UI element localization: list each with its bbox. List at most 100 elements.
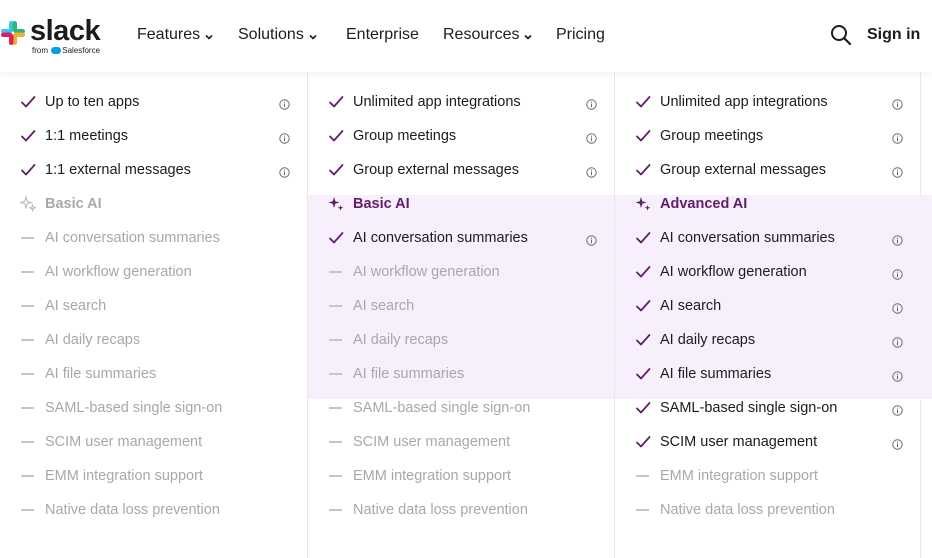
feature-row: Native data loss prevention: [0, 493, 307, 527]
feature-label: Group meetings: [353, 128, 457, 144]
sparkle-icon: [18, 195, 37, 213]
feature-row: Native data loss prevention: [615, 493, 920, 527]
dash-icon: [636, 509, 649, 511]
feature-label: SAML-based single sign-on: [353, 400, 531, 416]
search-icon[interactable]: [830, 24, 852, 46]
feature-row: AI conversation summaries: [615, 221, 920, 255]
feature-label: AI conversation summaries: [353, 230, 528, 246]
feature-label: AI workflow generation: [660, 264, 807, 280]
chevron-down-icon: [524, 34, 533, 40]
feature-label: Up to ten apps: [45, 94, 140, 110]
feature-row: AI conversation summaries: [0, 221, 307, 255]
feature-row: 1:1 meetings: [0, 119, 307, 153]
dash-icon: [21, 441, 34, 443]
feature-row: AI file summaries: [0, 357, 307, 391]
plan-column-pro: Unlimited app integrations Group meetings…: [307, 66, 614, 558]
info-icon[interactable]: [892, 233, 903, 246]
info-icon[interactable]: [586, 165, 597, 178]
feature-label: EMM integration support: [45, 468, 203, 484]
sign-in-link[interactable]: Sign in: [867, 26, 920, 44]
feature-label: Group external messages: [353, 162, 520, 178]
feature-row: EMM integration support: [615, 459, 920, 493]
feature-label: SAML-based single sign-on: [45, 400, 223, 416]
checkmark-icon: [635, 128, 651, 144]
dash-icon: [21, 237, 34, 239]
feature-label: Group meetings: [660, 128, 764, 144]
dash-icon: [21, 271, 34, 273]
feature-label: SCIM user management: [660, 434, 818, 450]
feature-row: SAML-based single sign-on: [308, 391, 614, 425]
checkmark-icon: [635, 434, 651, 450]
plan-column-free: Up to ten apps 1:1 meetings 1:1 external m…: [0, 66, 307, 558]
info-icon[interactable]: [892, 437, 903, 450]
nav-enterprise[interactable]: Enterprise: [346, 26, 419, 44]
slack-logo[interactable]: slack from Salesforce: [0, 15, 110, 58]
feature-row: AI file summaries: [308, 357, 614, 391]
checkmark-icon: [635, 400, 651, 416]
nav-pricing[interactable]: Pricing: [556, 26, 605, 44]
checkmark-icon: [20, 128, 36, 144]
dash-icon: [21, 509, 34, 511]
info-icon[interactable]: [892, 131, 903, 144]
salesforce-cloud-icon: [51, 47, 62, 54]
info-icon[interactable]: [892, 165, 903, 178]
feature-label: AI file summaries: [660, 366, 772, 382]
info-icon[interactable]: [279, 165, 290, 178]
logo-wordmark: slack: [30, 15, 101, 47]
info-icon[interactable]: [892, 301, 903, 314]
feature-row: AI workflow generation: [308, 255, 614, 289]
nav-pricing-label: Pricing: [556, 26, 605, 43]
feature-label: AI workflow generation: [45, 264, 192, 280]
feature-row: AI daily recaps: [615, 323, 920, 357]
logo-partner-text: Salesforce: [62, 46, 101, 55]
feature-label: EMM integration support: [353, 468, 511, 484]
nav-features-label: Features: [137, 26, 201, 43]
info-icon[interactable]: [892, 335, 903, 348]
feature-label: Unlimited app integrations: [353, 94, 521, 110]
info-icon[interactable]: [586, 97, 597, 110]
feature-row: SAML-based single sign-on: [615, 391, 920, 425]
dash-icon: [329, 305, 342, 307]
sparkle-icon: [328, 196, 344, 212]
info-icon[interactable]: [279, 131, 290, 144]
nav-resources[interactable]: Resources: [443, 26, 533, 44]
feature-label: SCIM user management: [353, 434, 511, 450]
info-icon[interactable]: [586, 131, 597, 144]
sparkle-icon: [635, 196, 651, 212]
checkmark-icon: [635, 298, 651, 314]
info-icon[interactable]: [892, 97, 903, 110]
nav-resources-label: Resources: [443, 26, 520, 43]
feature-label: AI workflow generation: [353, 264, 500, 280]
nav-features[interactable]: Features: [137, 26, 214, 44]
checkmark-icon: [20, 94, 36, 110]
feature-label: 1:1 external messages: [45, 162, 191, 178]
info-icon[interactable]: [586, 233, 597, 246]
dash-icon: [21, 475, 34, 477]
info-icon[interactable]: [892, 267, 903, 280]
dash-icon: [329, 441, 342, 443]
feature-row: SAML-based single sign-on: [0, 391, 307, 425]
checkmark-icon: [20, 162, 36, 178]
feature-row: 1:1 external messages: [0, 153, 307, 187]
slack-hash-icon: [1, 21, 25, 45]
feature-label: Basic AI: [353, 196, 410, 212]
info-icon[interactable]: [892, 403, 903, 416]
dash-icon: [329, 373, 342, 375]
nav-solutions[interactable]: Solutions: [238, 26, 318, 44]
checkmark-icon: [328, 230, 344, 246]
feature-label: AI search: [45, 298, 107, 314]
feature-row: AI search: [308, 289, 614, 323]
dash-icon: [329, 509, 342, 511]
feature-label: Group external messages: [660, 162, 827, 178]
info-icon[interactable]: [892, 369, 903, 382]
feature-label: AI file summaries: [353, 366, 465, 382]
info-icon[interactable]: [279, 97, 290, 110]
plan-column-business-plus: Unlimited app integrations Group meetings…: [614, 66, 932, 558]
feature-label: AI search: [353, 298, 415, 314]
dash-icon: [636, 475, 649, 477]
dash-icon: [21, 407, 34, 409]
feature-group-heading: Basic AI: [0, 187, 307, 221]
dash-icon: [21, 339, 34, 341]
dash-icon: [329, 407, 342, 409]
feature-label: Native data loss prevention: [45, 502, 220, 518]
